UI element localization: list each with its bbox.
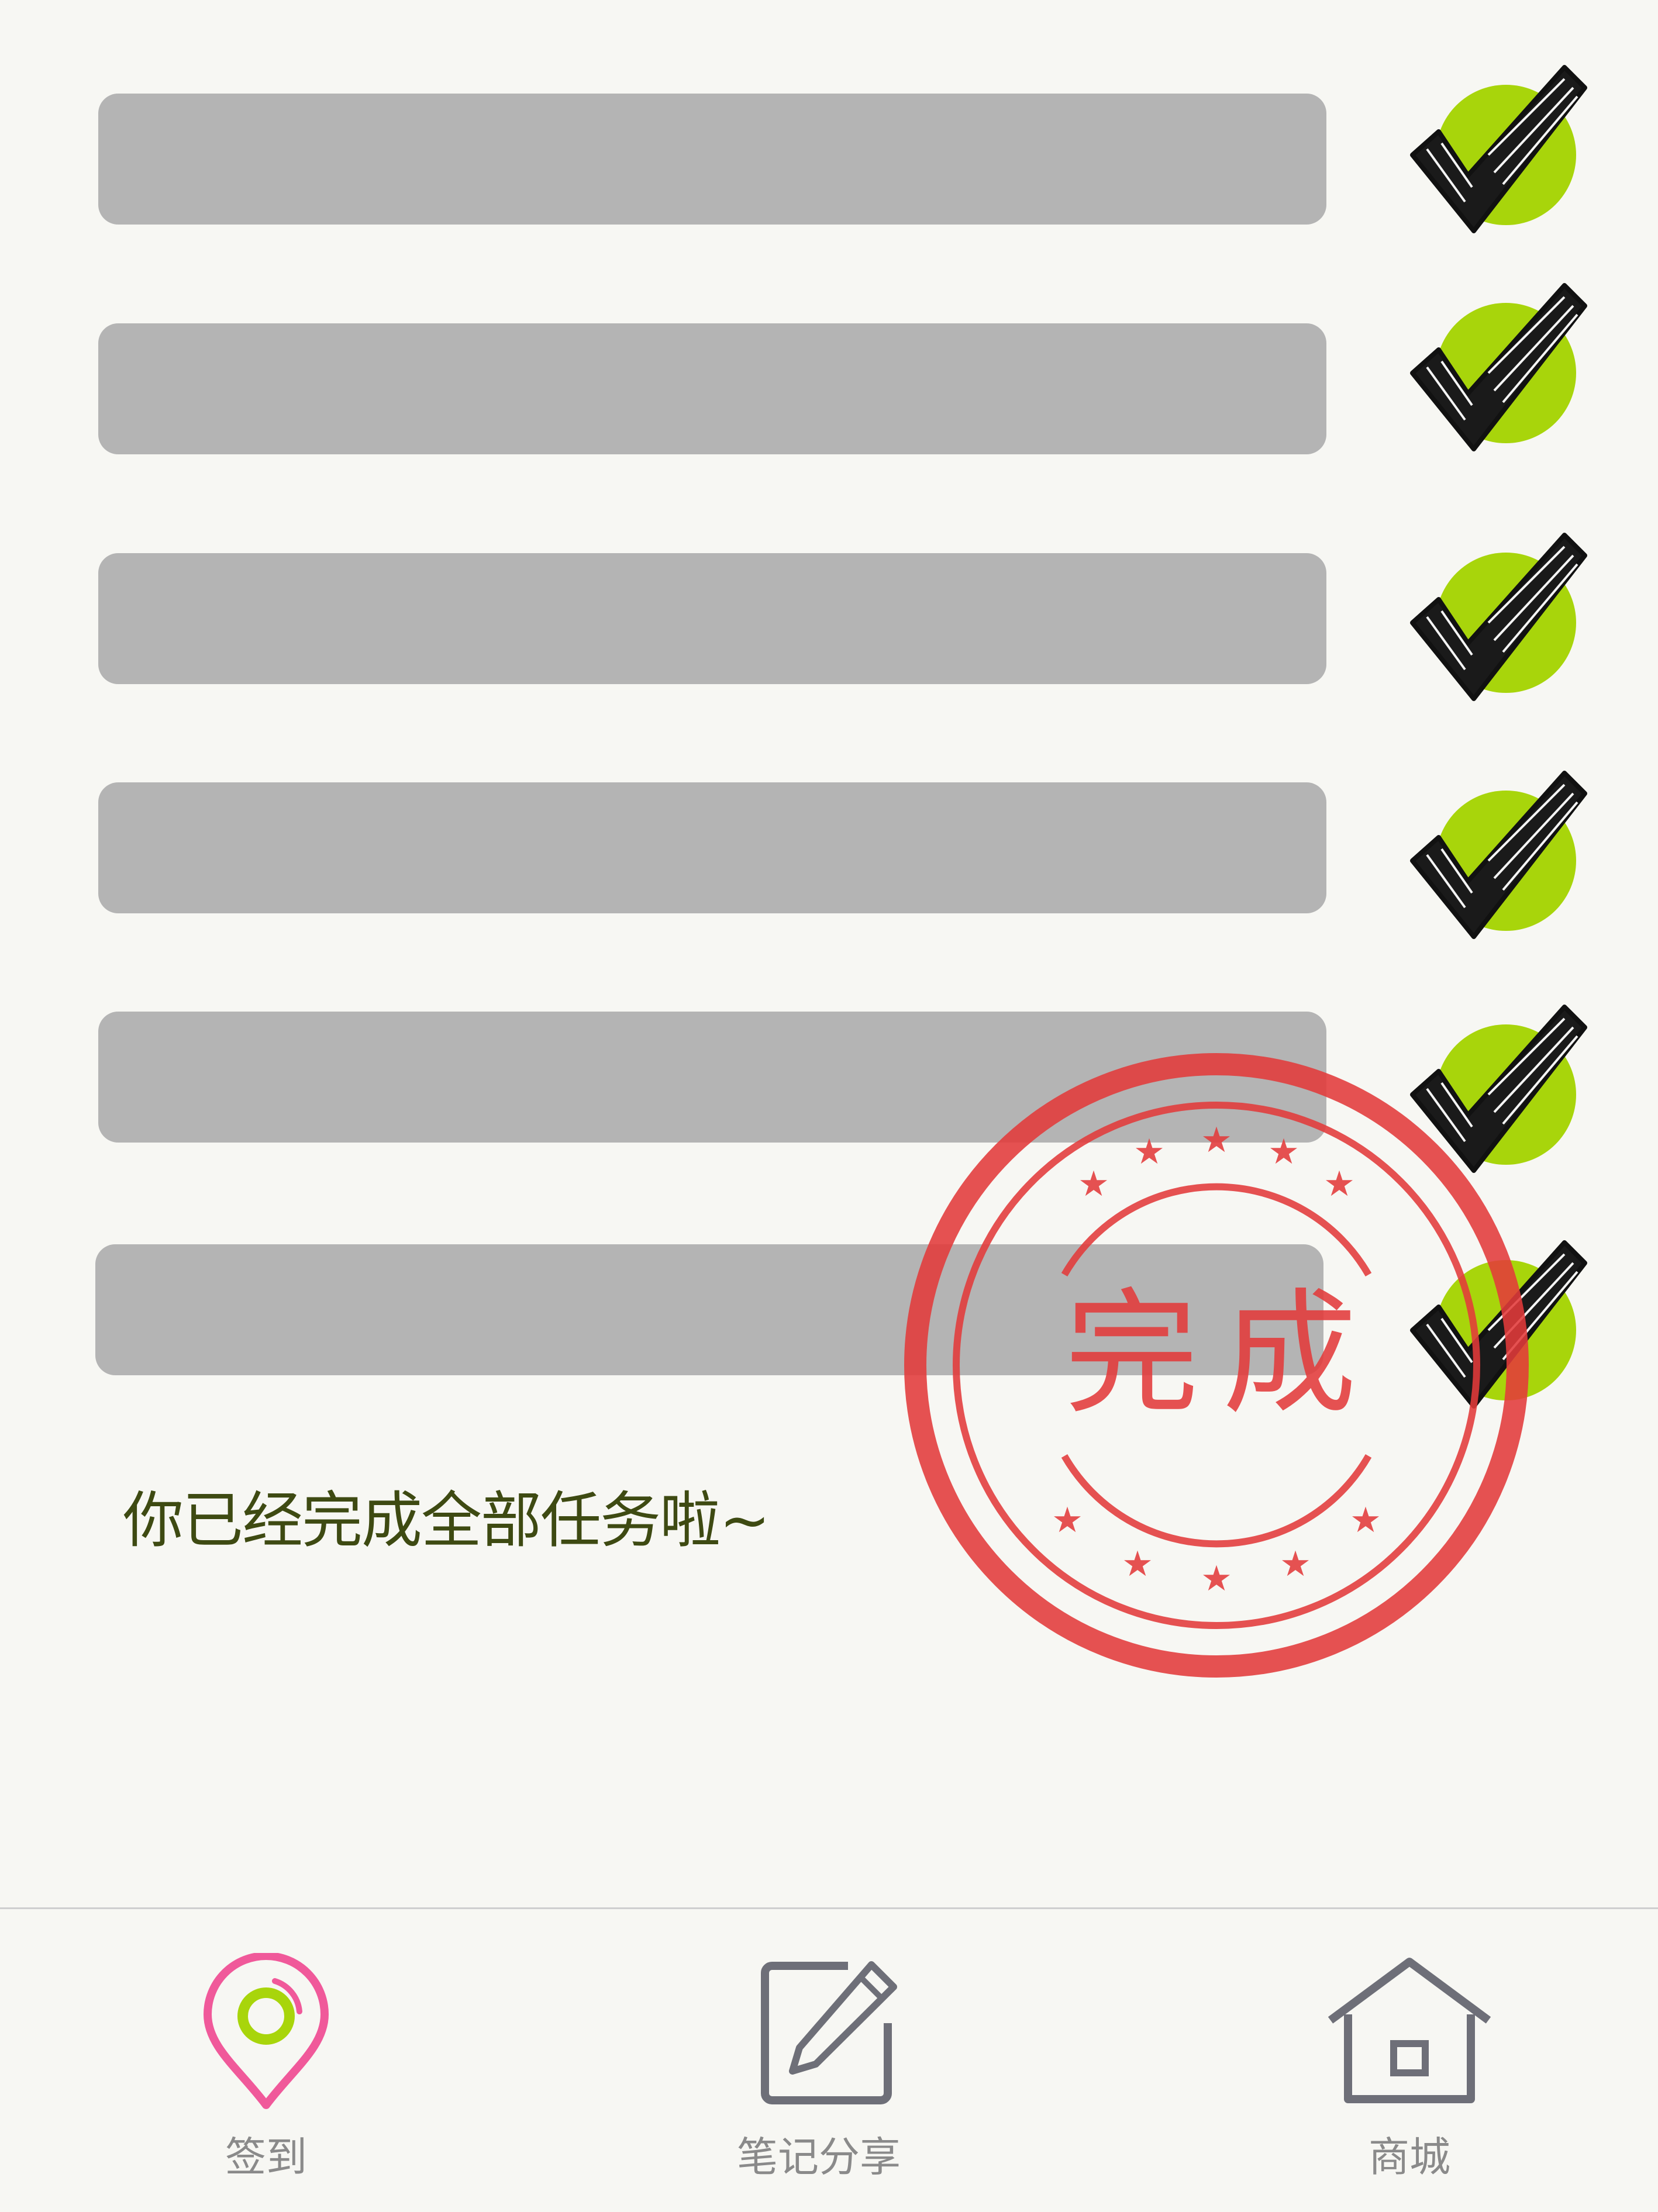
task-bar-1[interactable] [98, 94, 1326, 225]
nav-label-notes: 笔记分享 [737, 2133, 901, 2181]
check-mark-icon [1407, 1237, 1594, 1412]
location-pin-icon [199, 1953, 333, 2111]
nav-label-shop: 商城 [1369, 2133, 1450, 2181]
task-bar-6[interactable] [95, 1244, 1323, 1375]
edit-note-icon [760, 1959, 901, 2105]
svg-text:★: ★ [1280, 1544, 1311, 1585]
nav-label-checkin: 签到 [225, 2133, 307, 2181]
completion-message: 你已经完成全部任务啦~ [123, 1485, 770, 1556]
task-bar-4[interactable] [98, 782, 1326, 913]
task-bar-2[interactable] [98, 323, 1326, 454]
task-bar-5[interactable] [98, 1012, 1326, 1143]
task-bar-3[interactable] [98, 553, 1326, 684]
nav-item-notes[interactable]: 笔记分享 [667, 1909, 971, 2212]
home-icon [1325, 1956, 1494, 2108]
svg-text:★: ★ [1122, 1544, 1153, 1585]
nav-item-checkin[interactable]: 签到 [175, 1909, 357, 2212]
svg-text:★: ★ [1201, 1558, 1232, 1599]
check-mark-icon [1407, 61, 1594, 237]
svg-text:★: ★ [1078, 1164, 1109, 1205]
check-mark-icon [1407, 529, 1594, 705]
svg-text:★: ★ [1052, 1500, 1083, 1541]
check-mark-icon [1407, 1001, 1594, 1176]
nav-item-shop[interactable]: 商城 [1310, 1909, 1509, 2212]
svg-text:★: ★ [1350, 1500, 1381, 1541]
bottom-nav: 签到 笔记分享 商城 [0, 1907, 1658, 2212]
svg-text:★: ★ [1323, 1164, 1355, 1205]
check-mark-icon [1407, 767, 1594, 943]
check-mark-icon [1407, 279, 1594, 455]
